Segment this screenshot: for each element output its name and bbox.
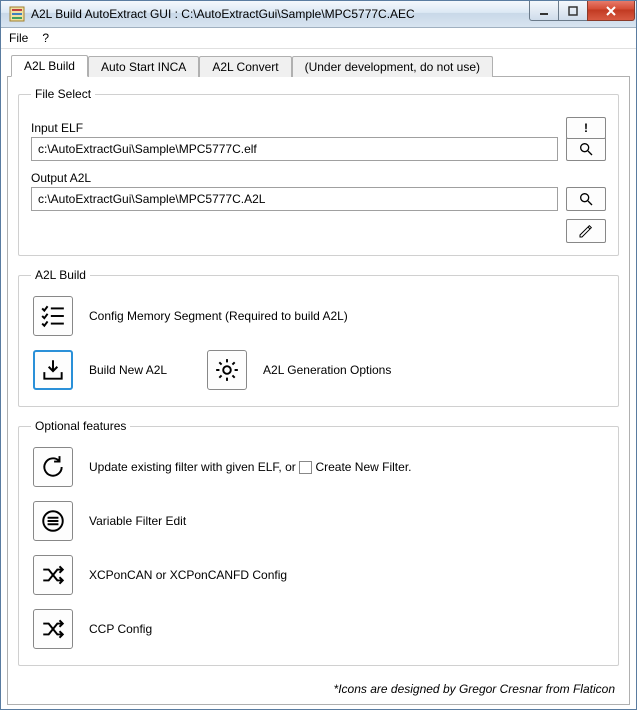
tabpanel-a2l-build: File Select ! Input ELF Output A2L	[7, 77, 630, 705]
ccp-config-button[interactable]	[33, 609, 73, 649]
titlebar: A2L Build AutoExtract GUI : C:\AutoExtra…	[1, 1, 636, 28]
tabstrip: A2L Build Auto Start INCA A2L Convert (U…	[7, 55, 630, 77]
xcp-config-button[interactable]	[33, 555, 73, 595]
edit-button[interactable]	[566, 219, 606, 243]
menu-file[interactable]: File	[9, 31, 28, 45]
config-memory-segment-button[interactable]	[33, 296, 73, 336]
group-a2l-build: A2L Build	[18, 268, 619, 407]
window-controls	[530, 1, 636, 27]
update-filter-button[interactable]	[33, 447, 73, 487]
xcp-config-label: XCPonCAN or XCPonCANFD Config	[89, 568, 287, 582]
legend-a2l-build: A2L Build	[31, 268, 90, 282]
window-title: A2L Build AutoExtract GUI : C:\AutoExtra…	[31, 7, 530, 21]
search-icon	[578, 141, 594, 157]
shuffle-icon	[40, 616, 66, 642]
checklist-icon	[40, 303, 66, 329]
update-filter-label: Update existing filter with given ELF, o…	[89, 460, 411, 474]
gear-icon	[214, 357, 240, 383]
list-icon	[40, 508, 66, 534]
tab-under-development[interactable]: (Under development, do not use)	[292, 56, 493, 77]
app-icon	[9, 6, 25, 22]
refresh-icon	[40, 454, 66, 480]
build-new-a2l-button[interactable]	[33, 350, 73, 390]
client-area: A2L Build Auto Start INCA A2L Convert (U…	[1, 49, 636, 709]
variable-filter-edit-label: Variable Filter Edit	[89, 514, 186, 528]
minimize-button[interactable]	[529, 1, 559, 21]
variable-filter-edit-button[interactable]	[33, 501, 73, 541]
a2l-generation-options-button[interactable]	[207, 350, 247, 390]
menubar: File ?	[1, 28, 636, 49]
tab-a2l-convert[interactable]: A2L Convert	[199, 56, 291, 77]
alert-button[interactable]: !	[566, 117, 606, 139]
browse-input-elf-button[interactable]	[566, 137, 606, 161]
maximize-button[interactable]	[558, 1, 588, 21]
create-new-filter-checkbox[interactable]	[299, 461, 312, 474]
pencil-icon	[578, 223, 594, 239]
download-icon	[40, 357, 66, 383]
shuffle-icon	[40, 562, 66, 588]
output-a2l-field[interactable]	[31, 187, 558, 211]
menu-help[interactable]: ?	[42, 31, 49, 45]
close-button[interactable]	[587, 1, 635, 21]
browse-output-a2l-button[interactable]	[566, 187, 606, 211]
group-optional-features: Optional features Update existing filter…	[18, 419, 619, 666]
label-input-elf: Input ELF	[31, 121, 606, 135]
footer-credit: *Icons are designed by Gregor Cresnar fr…	[18, 678, 619, 698]
search-icon	[578, 191, 594, 207]
build-new-a2l-label: Build New A2L	[89, 363, 167, 377]
legend-file-select: File Select	[31, 87, 95, 101]
legend-optional-features: Optional features	[31, 419, 130, 433]
ccp-config-label: CCP Config	[89, 622, 152, 636]
group-file-select: File Select ! Input ELF Output A2L	[18, 87, 619, 256]
tab-auto-start-inca[interactable]: Auto Start INCA	[88, 56, 199, 77]
a2l-generation-options-label: A2L Generation Options	[263, 363, 391, 377]
input-elf-field[interactable]	[31, 137, 558, 161]
tab-a2l-build[interactable]: A2L Build	[11, 55, 88, 77]
config-memory-segment-label: Config Memory Segment (Required to build…	[89, 309, 348, 323]
label-output-a2l: Output A2L	[31, 171, 606, 185]
app-window: A2L Build AutoExtract GUI : C:\AutoExtra…	[0, 0, 637, 710]
